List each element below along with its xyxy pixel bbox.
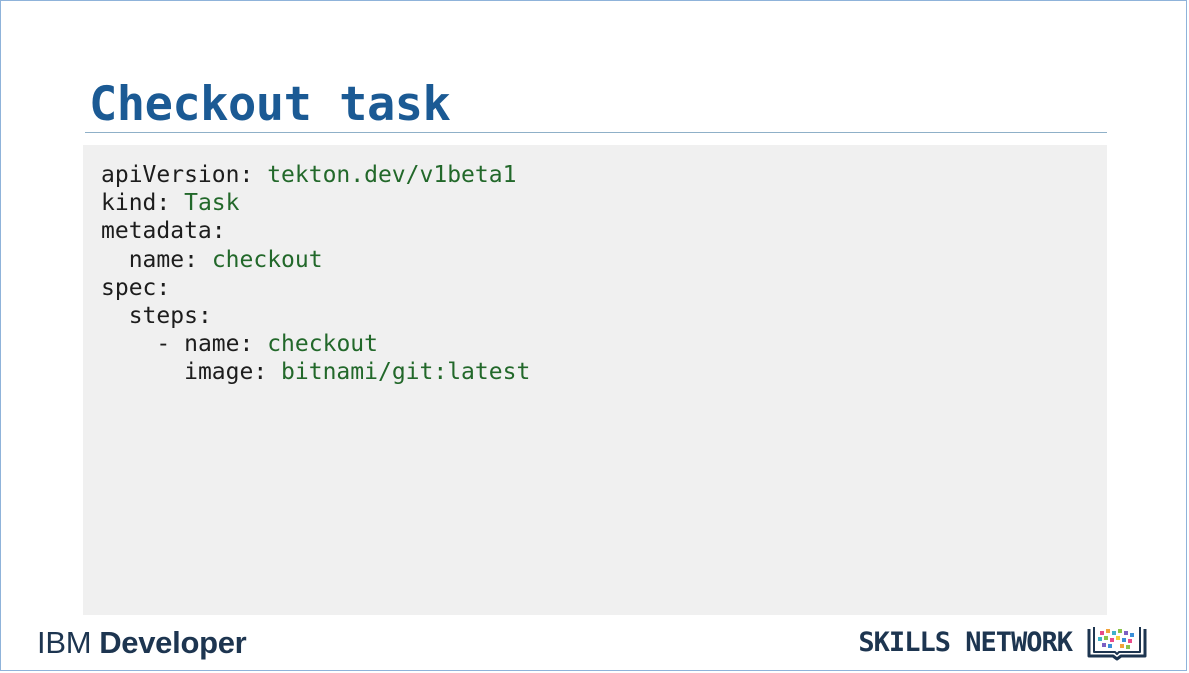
book-pixel-logo-icon [1087, 627, 1147, 661]
slide-title: Checkout task [89, 77, 451, 132]
ibm-developer-logo: IBM Developer [37, 621, 247, 665]
ibm-wordmark: IBM [37, 625, 92, 660]
code-key: name: [184, 331, 254, 358]
title-divider [85, 132, 1107, 133]
code-key: image: [184, 359, 268, 386]
code-value: checkout [211, 246, 323, 273]
code-key: apiVersion: [101, 162, 254, 188]
code-line: kind: Task [101, 189, 1107, 217]
code-line: metadata: [101, 217, 1107, 245]
code-key: kind: [101, 190, 171, 217]
code-value: tekton.dev/v1beta1 [267, 162, 517, 188]
code-key: name: [128, 246, 198, 273]
code-key: spec: [101, 274, 171, 301]
code-line: name: checkout [101, 246, 1107, 274]
developer-wordmark: Developer [99, 625, 247, 660]
code-value: bitnami/git:latest [281, 359, 531, 386]
slide: Checkout task apiVersion: tekton.dev/v1b… [0, 0, 1187, 671]
skills-network-logo: SKILLS NETWORK [858, 623, 1148, 663]
code-block: apiVersion: tekton.dev/v1beta1 kind: Tas… [83, 145, 1107, 615]
code-key: steps: [128, 302, 212, 329]
code-line: steps: [101, 302, 1107, 330]
code-line: spec: [101, 274, 1107, 302]
code-value: Task [184, 190, 240, 217]
code-value: checkout [267, 331, 378, 358]
code-key: metadata: [101, 218, 226, 245]
code-line: image: bitnami/git:latest [101, 358, 1107, 386]
code-line: - name: checkout [156, 331, 378, 358]
code-line: apiVersion: tekton.dev/v1beta1 [101, 161, 1107, 189]
skills-network-wordmark: SKILLS NETWORK [858, 627, 1073, 658]
